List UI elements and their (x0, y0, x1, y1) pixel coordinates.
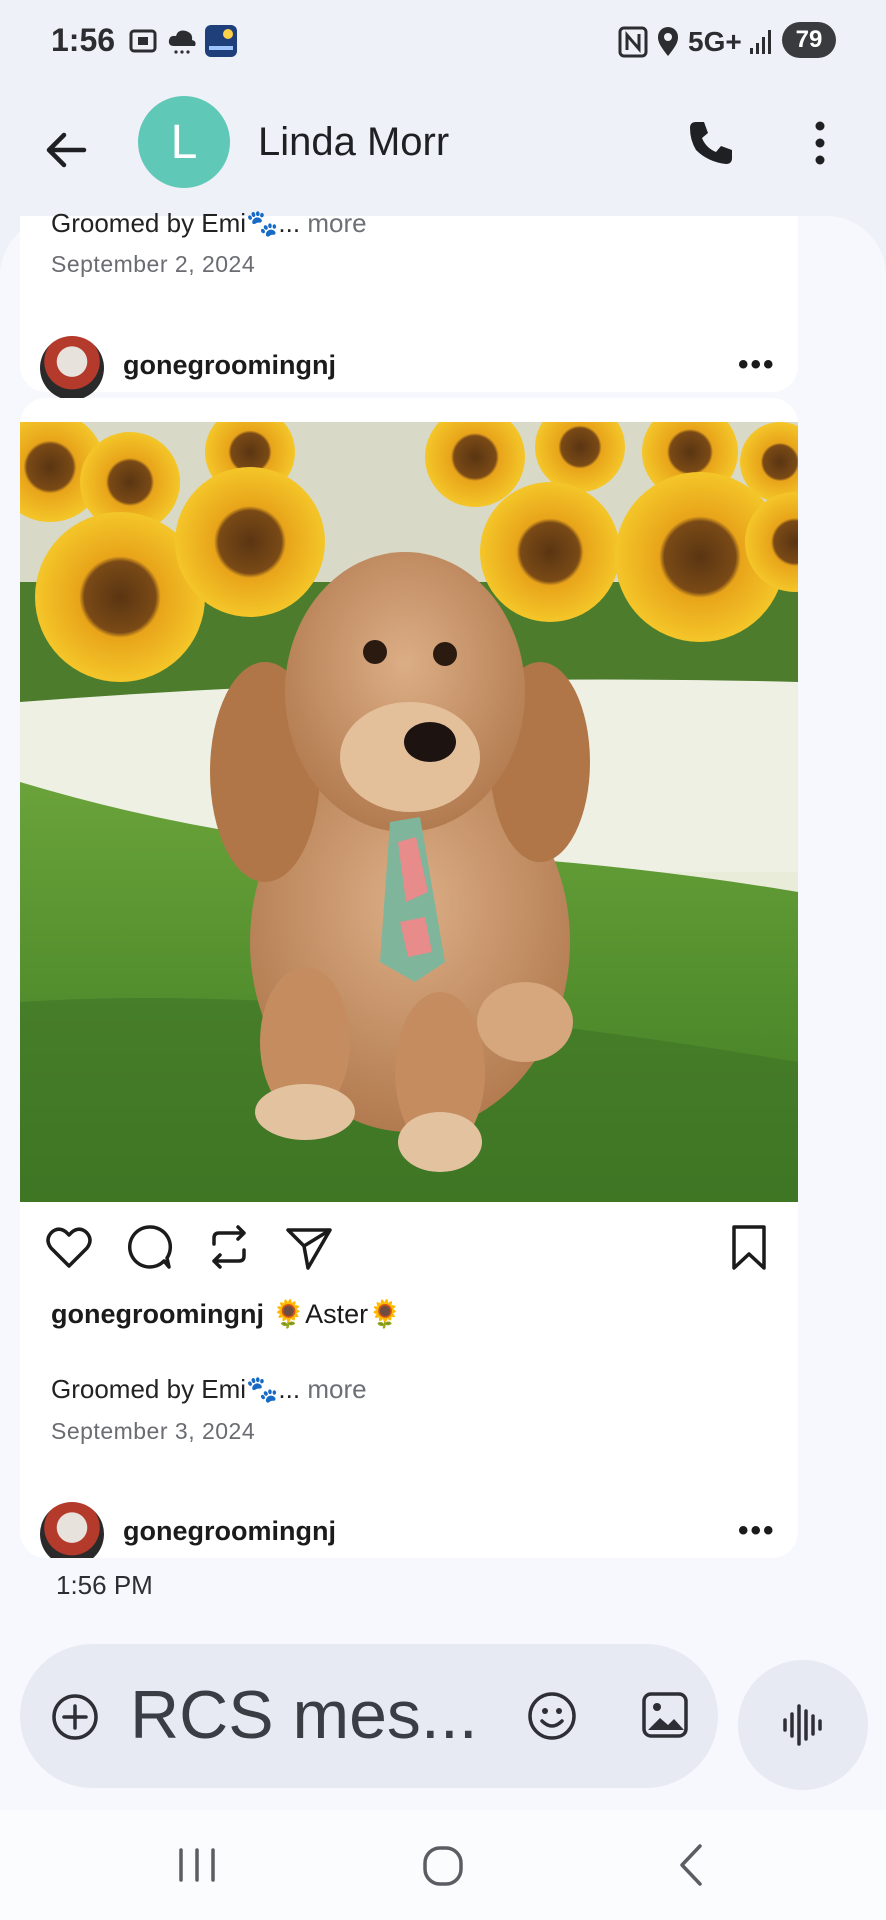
weather-cloud-icon (168, 30, 196, 54)
back-nav-icon[interactable] (666, 1840, 716, 1890)
bookmark-icon[interactable] (724, 1222, 774, 1272)
home-icon[interactable] (418, 1840, 468, 1890)
nfc-icon (618, 26, 648, 58)
like-heart-icon[interactable] (44, 1222, 94, 1272)
profile-avatar[interactable] (40, 1502, 104, 1558)
phone-icon[interactable] (684, 116, 738, 170)
post-title-text: 🌻Aster🌻 (271, 1299, 402, 1329)
battery-indicator: 79 (782, 22, 836, 58)
post-options-icon[interactable]: ••• (738, 348, 776, 382)
emoji-icon[interactable] (526, 1690, 578, 1742)
more-link[interactable]: more (307, 1374, 366, 1404)
recent-apps-icon[interactable] (172, 1840, 222, 1890)
shared-post-card[interactable]: gonegroomingnj 🌻Aster🌻 Groomed by Emi🐾..… (20, 398, 798, 1558)
message-input[interactable]: RCS mes... (130, 1676, 478, 1754)
location-icon (658, 27, 678, 56)
status-time: 1:56 (51, 22, 116, 58)
post-date: September 3, 2024 (51, 1418, 256, 1444)
message-timestamp: 1:56 PM (56, 1570, 153, 1600)
voice-message-button[interactable] (738, 1660, 868, 1790)
signal-icon (750, 30, 771, 54)
post-author-handle[interactable]: gonegroomingnj (51, 1299, 264, 1329)
post-options-icon[interactable]: ••• (738, 1514, 776, 1548)
message-composer[interactable]: RCS mes... (20, 1644, 718, 1788)
app-bar: L Linda Morr (0, 86, 886, 216)
system-nav-bar (0, 1810, 886, 1920)
contact-name[interactable]: Linda Morr (258, 120, 449, 165)
network-type: 5G+ (688, 26, 742, 57)
post-photo-dog-sunflowers[interactable] (20, 422, 798, 1202)
more-link[interactable]: more (307, 208, 366, 238)
comment-icon[interactable] (124, 1222, 174, 1272)
profile-avatar[interactable] (40, 336, 104, 400)
status-bar: 1:56 5G+ 79 (0, 0, 886, 86)
repost-icon[interactable] (204, 1222, 254, 1272)
post-title: gonegroomingnj 🌻Aster🌻 (51, 1298, 402, 1330)
post-caption: Groomed by Emi🐾... more (51, 208, 367, 238)
add-attachment-icon[interactable] (50, 1692, 100, 1742)
post-date: September 2, 2024 (51, 251, 256, 277)
share-send-icon[interactable] (284, 1222, 334, 1272)
post-caption: Groomed by Emi🐾... more (51, 1374, 367, 1404)
contact-avatar[interactable]: L (138, 96, 230, 188)
shared-post-card[interactable]: Groomed by Emi🐾... more September 2, 202… (20, 208, 798, 400)
post-handle[interactable]: gonegroomingnj (123, 1516, 336, 1547)
more-vert-icon[interactable] (800, 116, 840, 170)
waveform-mic-icon (783, 1704, 822, 1746)
gallery-icon[interactable] (640, 1690, 690, 1740)
post-handle[interactable]: gonegroomingnj (123, 350, 336, 381)
weather-app-icon (205, 25, 237, 57)
screenshot-icon (129, 29, 157, 53)
back-arrow-icon[interactable] (36, 120, 96, 180)
